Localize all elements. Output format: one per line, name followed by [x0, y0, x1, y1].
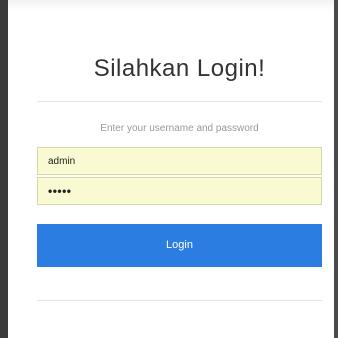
username-field-wrapper	[37, 147, 322, 175]
window-left-border	[0, 0, 8, 338]
footer-divider	[37, 300, 322, 301]
login-button[interactable]: Login	[37, 224, 322, 267]
password-input[interactable]	[38, 178, 321, 204]
title-divider	[37, 101, 322, 102]
username-input[interactable]	[38, 148, 321, 174]
login-subtitle: Enter your username and password	[100, 123, 259, 134]
login-card: Silahkan Login! Enter your username and …	[37, 40, 322, 310]
login-page: Silahkan Login! Enter your username and …	[0, 0, 338, 338]
password-field-wrapper	[37, 177, 322, 205]
window-right-border	[334, 0, 338, 338]
login-title: Silahkan Login!	[93, 55, 266, 82]
window-top-shade	[8, 0, 334, 10]
